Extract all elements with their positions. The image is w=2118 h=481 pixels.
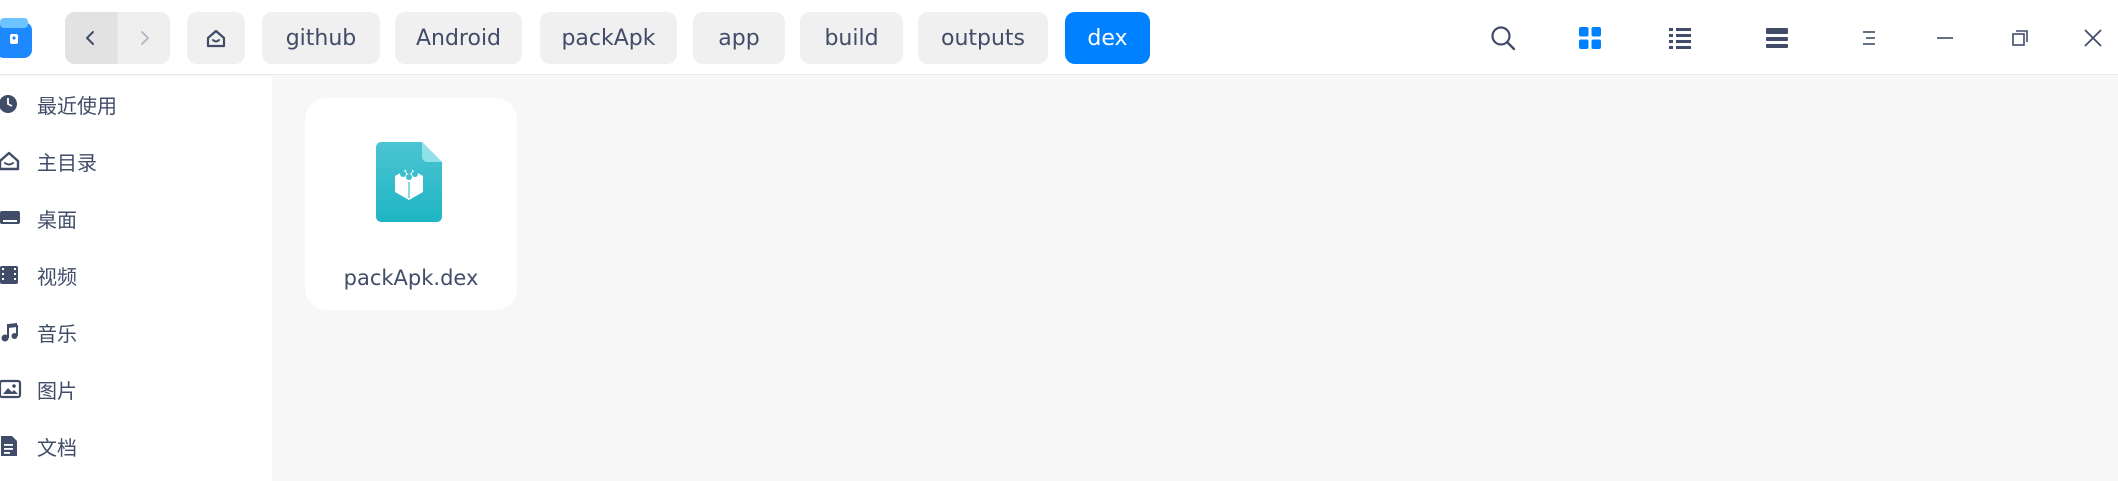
sidebar-item-label: 图片 xyxy=(37,378,77,403)
breadcrumb-dex[interactable]: dex xyxy=(1065,12,1150,64)
search-button[interactable] xyxy=(1483,18,1523,58)
maximize-icon xyxy=(2012,30,2028,46)
breadcrumb-outputs[interactable]: outputs xyxy=(918,12,1048,64)
sidebar-item-music[interactable]: 音乐 xyxy=(0,308,272,356)
icon-view-button[interactable] xyxy=(1570,18,1610,58)
chevron-right-icon xyxy=(140,31,149,45)
close-button[interactable] xyxy=(2073,18,2113,58)
detail-view-icon xyxy=(1766,28,1788,48)
search-icon xyxy=(1491,26,1516,51)
back-button[interactable] xyxy=(65,12,117,64)
video-icon xyxy=(0,264,22,286)
picture-icon xyxy=(0,378,22,400)
home-icon xyxy=(206,29,226,48)
list-view-button[interactable] xyxy=(1660,18,1700,58)
sidebar-item-desktop[interactable]: 桌面 xyxy=(0,194,272,242)
music-icon xyxy=(0,321,22,343)
sidebar-item-videos[interactable]: 视频 xyxy=(0,251,272,299)
menu-icon xyxy=(1863,31,1875,45)
sidebar-item-pictures[interactable]: 图片 xyxy=(0,365,272,413)
minimize-icon xyxy=(1937,37,1953,39)
breadcrumb-app[interactable]: app xyxy=(693,12,785,64)
main-menu-button[interactable] xyxy=(1850,18,1890,58)
sidebar: 最近使用 主目录 桌面 视频 音乐 图片 文档 xyxy=(0,76,272,481)
dex-file-icon xyxy=(376,142,442,222)
list-view-icon xyxy=(1669,28,1691,49)
sidebar-item-label: 文档 xyxy=(37,435,77,460)
title-bar: github Android packApk app build outputs… xyxy=(0,0,2118,75)
breadcrumb-github[interactable]: github xyxy=(262,12,380,64)
sidebar-item-label: 最近使用 xyxy=(37,93,117,118)
sidebar-item-label: 视频 xyxy=(37,264,77,289)
breadcrumb-android[interactable]: Android xyxy=(395,12,522,64)
nav-button-group xyxy=(65,12,170,64)
minimize-button[interactable] xyxy=(1925,18,1965,58)
home-icon xyxy=(0,150,22,172)
breadcrumb-packapk[interactable]: packApk xyxy=(540,12,677,64)
file-name: packApk.dex xyxy=(343,266,479,290)
sidebar-item-label: 桌面 xyxy=(37,207,77,232)
breadcrumb-build[interactable]: build xyxy=(800,12,903,64)
sidebar-item-home[interactable]: 主目录 xyxy=(0,137,272,185)
grid-view-icon xyxy=(1579,27,1601,49)
sidebar-item-label: 音乐 xyxy=(37,321,77,346)
detail-view-button[interactable] xyxy=(1757,18,1797,58)
file-item[interactable]: packApk.dex xyxy=(305,98,517,310)
breadcrumb-home[interactable] xyxy=(187,12,245,64)
forward-button[interactable] xyxy=(117,12,169,64)
maximize-button[interactable] xyxy=(2000,18,2040,58)
file-manager-app-icon xyxy=(0,18,32,58)
sidebar-item-documents[interactable]: 文档 xyxy=(0,422,272,470)
sidebar-item-recent[interactable]: 最近使用 xyxy=(0,80,272,128)
chevron-left-icon xyxy=(86,31,94,45)
file-view: packApk.dex xyxy=(272,76,2118,481)
close-icon xyxy=(2084,29,2102,47)
document-icon xyxy=(0,435,22,457)
clock-icon xyxy=(0,93,22,115)
desktop-icon xyxy=(0,207,22,229)
sidebar-item-label: 主目录 xyxy=(37,150,97,175)
